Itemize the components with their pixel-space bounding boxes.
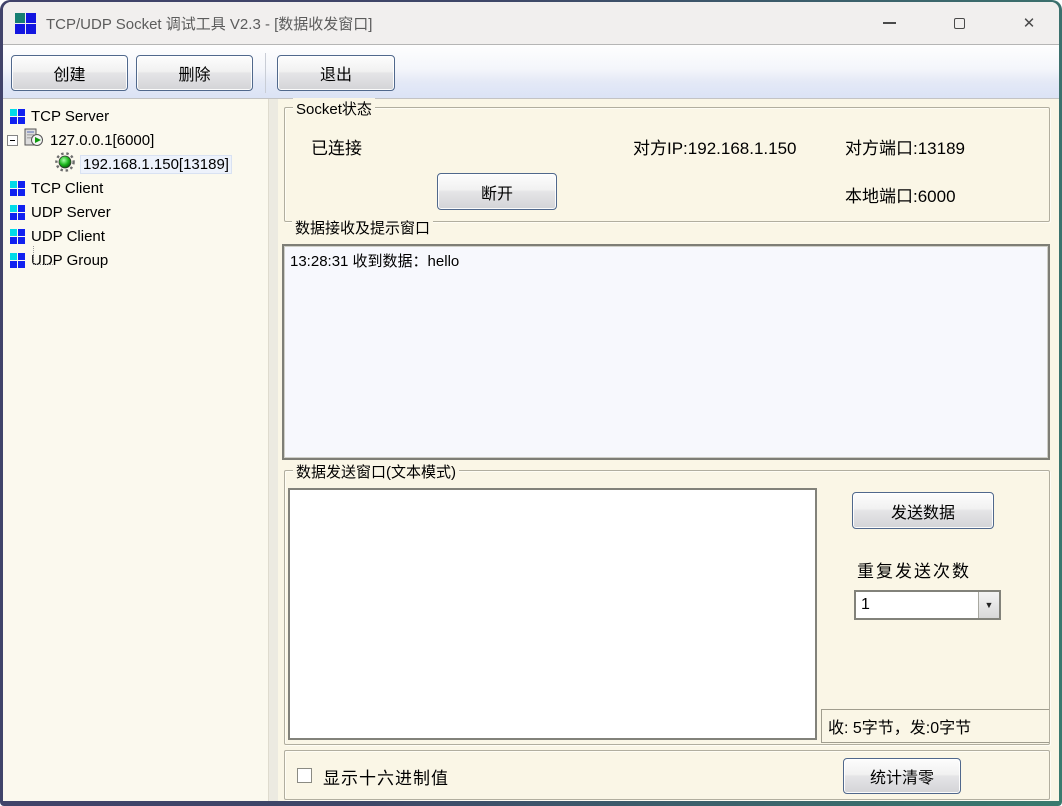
tcp-udp-squares-icon <box>10 229 25 244</box>
hex-checkbox[interactable] <box>297 768 312 783</box>
close-button[interactable] <box>1007 2 1051 44</box>
local-port-label: 本地端口:6000 <box>845 182 956 207</box>
receive-group: 数据接收及提示窗口 13:28:31 收到数据：hello <box>280 227 1052 462</box>
repeat-count-label: 重复发送次数 <box>857 557 971 582</box>
delete-button[interactable]: 删除 <box>136 55 253 91</box>
hex-checkbox-label: 显示十六进制值 <box>323 764 449 789</box>
exit-button[interactable]: 退出 <box>277 55 395 91</box>
toolbar-separator <box>265 53 266 93</box>
maximize-icon <box>954 18 965 29</box>
receive-legend: 数据接收及提示窗口 <box>292 217 433 238</box>
send-group: 数据发送窗口(文本模式) 发送数据 重复发送次数 1 收: 5字节，发:0字节 <box>284 470 1050 745</box>
window-frame: TCP/UDP Socket 调试工具 V2.3 - [数据收发窗口] 创建 删… <box>0 0 1062 806</box>
clear-stats-button[interactable]: 统计清零 <box>843 758 961 794</box>
app-icon <box>15 13 36 34</box>
window-controls <box>841 2 1059 44</box>
send-input[interactable] <box>288 488 817 740</box>
socket-status-group: Socket状态 已连接 对方IP:192.168.1.150 对方端口:131… <box>284 107 1050 222</box>
tree-item-label: UDP Server <box>31 204 111 221</box>
tree-item-label-selected: 192.168.1.150[13189] <box>81 156 231 173</box>
connection-icon <box>55 152 75 176</box>
close-icon <box>1023 14 1036 33</box>
bottom-bar: 显示十六进制值 统计清零 <box>284 750 1050 800</box>
send-data-button[interactable]: 发送数据 <box>852 492 994 529</box>
remote-ip-label: 对方IP:192.168.1.150 <box>633 134 797 159</box>
tree-item-tcp-server[interactable]: TCP Server <box>3 104 268 128</box>
collapse-expander-icon[interactable] <box>7 135 18 146</box>
repeat-count-value: 1 <box>856 596 978 614</box>
socket-status-legend: Socket状态 <box>293 98 375 119</box>
tcp-udp-squares-icon <box>10 109 25 124</box>
panel-splitter[interactable] <box>269 99 278 801</box>
disconnect-button[interactable]: 断开 <box>437 173 557 210</box>
app-window: TCP/UDP Socket 调试工具 V2.3 - [数据收发窗口] 创建 删… <box>3 2 1059 801</box>
toolbar: 创建 删除 退出 <box>3 45 1059 99</box>
repeat-count-combobox[interactable]: 1 <box>854 590 1001 620</box>
tree-connector-line <box>33 246 53 265</box>
tree-item-tcp-client[interactable]: TCP Client <box>3 176 268 200</box>
connection-state-label: 已连接 <box>311 134 362 159</box>
send-legend: 数据发送窗口(文本模式) <box>293 461 459 482</box>
maximize-button[interactable] <box>937 2 981 44</box>
tree-item-udp-client[interactable]: UDP Client <box>3 224 268 248</box>
tree-item-label: UDP Client <box>31 228 105 245</box>
title-bar: TCP/UDP Socket 调试工具 V2.3 - [数据收发窗口] <box>3 2 1059 45</box>
tree-item-label: TCP Server <box>31 108 109 125</box>
tree-item-local-server[interactable]: 127.0.0.1[6000] <box>3 128 268 152</box>
server-running-icon <box>22 128 44 152</box>
tree-item-remote-client[interactable]: 192.168.1.150[13189] <box>3 152 268 176</box>
byte-stats-label: 收: 5字节，发:0字节 <box>821 709 1049 743</box>
tcp-udp-squares-icon <box>10 253 25 268</box>
chevron-down-icon[interactable] <box>978 592 999 618</box>
receive-log[interactable]: 13:28:31 收到数据：hello <box>282 244 1050 460</box>
remote-port-label: 对方端口:13189 <box>845 134 965 159</box>
window-title: TCP/UDP Socket 调试工具 V2.3 - [数据收发窗口] <box>46 13 372 34</box>
main-area: TCP Server 127.0.0.1[60 <box>3 99 1059 801</box>
tree-item-label: TCP Client <box>31 180 103 197</box>
tree-item-udp-server[interactable]: UDP Server <box>3 200 268 224</box>
tcp-udp-squares-icon <box>10 205 25 220</box>
minimize-icon <box>883 22 896 24</box>
content-panel: Socket状态 已连接 对方IP:192.168.1.150 对方端口:131… <box>278 99 1059 801</box>
tcp-udp-squares-icon <box>10 181 25 196</box>
create-button[interactable]: 创建 <box>11 55 128 91</box>
receive-message: 13:28:31 收到数据：hello <box>290 253 459 270</box>
tree-item-label: 127.0.0.1[6000] <box>50 132 154 149</box>
minimize-button[interactable] <box>867 2 911 44</box>
connection-tree: TCP Server 127.0.0.1[60 <box>3 99 269 801</box>
